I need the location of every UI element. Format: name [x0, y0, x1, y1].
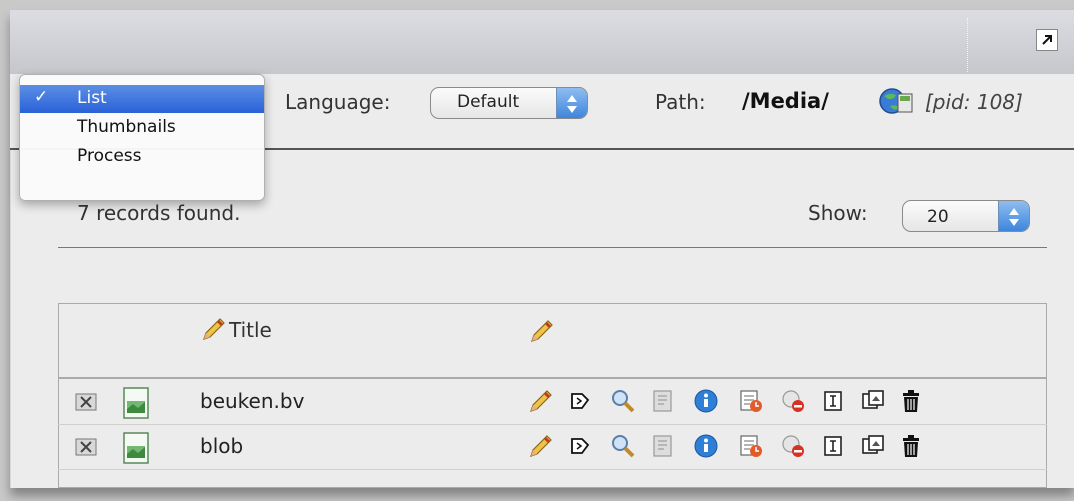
schedule-icon[interactable]: [738, 433, 764, 463]
delete-checkbox-icon[interactable]: [75, 393, 97, 415]
page-id: [pid: 108]: [925, 90, 1023, 114]
view-mode-menu: ✓ List Thumbnails Process: [19, 74, 265, 201]
menu-item-process[interactable]: Process: [20, 143, 264, 171]
file-icon[interactable]: [122, 432, 150, 468]
hide-icon[interactable]: [780, 388, 806, 418]
path-value: /Media/: [742, 89, 829, 113]
menu-item-label: List: [77, 88, 107, 108]
view-icon[interactable]: [610, 433, 636, 463]
rename-icon[interactable]: [820, 433, 846, 463]
menu-item-thumbnails[interactable]: Thumbnails: [20, 114, 264, 142]
info-icon[interactable]: [693, 388, 719, 418]
top-bar: [10, 10, 1074, 75]
record-title[interactable]: blob: [200, 434, 243, 458]
folder-globe-icon[interactable]: [878, 86, 914, 122]
path-label: Path:: [655, 90, 706, 114]
delete-icon[interactable]: [898, 433, 924, 463]
select-stepper: [556, 88, 587, 118]
table-row: blob: [58, 425, 1047, 470]
menu-item-list[interactable]: ✓ List: [20, 85, 264, 113]
edit-column-button[interactable]: [529, 318, 555, 348]
open-in-new-window-button[interactable]: [1036, 29, 1058, 51]
records-count: 7 records found.: [77, 201, 241, 225]
move-icon[interactable]: [568, 388, 594, 418]
view-icon[interactable]: [610, 388, 636, 418]
hide-icon[interactable]: [780, 433, 806, 463]
title-column-label: Title: [229, 318, 272, 342]
up-down-arrows-icon: [1009, 208, 1019, 226]
title-column-header[interactable]: Title: [201, 316, 272, 346]
pencil-icon: [531, 320, 553, 342]
select-stepper: [998, 201, 1029, 231]
language-select[interactable]: Default: [430, 87, 588, 119]
topbar-divider: [967, 18, 968, 72]
localize-icon[interactable]: [650, 433, 676, 463]
language-select-value: Default: [457, 92, 520, 112]
language-label: Language:: [285, 90, 391, 114]
show-count-value: 20: [927, 207, 949, 227]
checkmark-icon: ✓: [34, 87, 49, 107]
arrow-up-right-icon: [1042, 35, 1052, 45]
schedule-icon[interactable]: [738, 388, 764, 418]
menu-item-label: Process: [77, 146, 142, 166]
show-count-select[interactable]: 20: [902, 200, 1030, 232]
show-label: Show:: [808, 201, 868, 225]
edit-icon[interactable]: [528, 433, 554, 463]
table-header: Title: [59, 304, 1046, 379]
divider: [58, 247, 1047, 248]
record-title[interactable]: beuken.bv: [200, 389, 304, 413]
up-down-arrows-icon: [567, 95, 577, 113]
localize-icon[interactable]: [650, 388, 676, 418]
edit-icon[interactable]: [528, 388, 554, 418]
info-icon[interactable]: [693, 433, 719, 463]
menu-item-label: Thumbnails: [77, 117, 176, 137]
pencil-icon: [203, 318, 225, 340]
file-icon[interactable]: [122, 387, 150, 423]
copy-icon[interactable]: [860, 388, 886, 418]
delete-checkbox-icon[interactable]: [75, 438, 97, 460]
rename-icon[interactable]: [820, 388, 846, 418]
table-row: beuken.bv: [58, 380, 1047, 425]
copy-icon[interactable]: [860, 433, 886, 463]
delete-icon[interactable]: [898, 388, 924, 418]
move-icon[interactable]: [568, 433, 594, 463]
